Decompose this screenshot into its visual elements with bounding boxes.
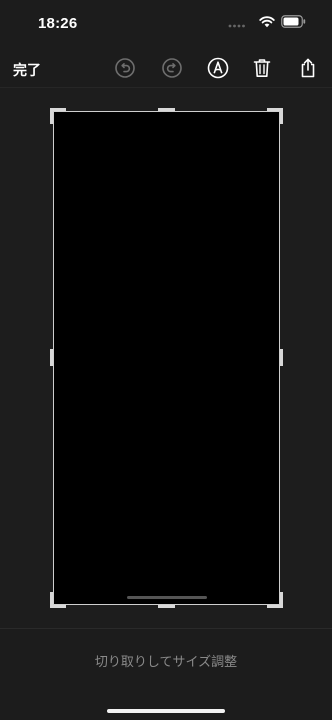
trash-icon[interactable] — [250, 56, 274, 80]
crop-handle-bottom-right[interactable] — [267, 592, 283, 608]
bottom-bar: 切り取りしてサイズ調整 — [0, 628, 332, 720]
crop-handle-top-left[interactable] — [50, 108, 66, 124]
undo-icon[interactable] — [113, 56, 137, 80]
crop-handle-top[interactable] — [158, 108, 175, 111]
crop-handle-bottom[interactable] — [158, 605, 175, 608]
crop-handle-top-right[interactable] — [267, 108, 283, 124]
status-bar: 18:26 — [0, 0, 332, 46]
share-icon[interactable] — [296, 56, 320, 80]
editor-toolbar: 完了 — [0, 46, 332, 88]
done-button[interactable]: 完了 — [13, 60, 41, 80]
crop-resize-hint: 切り取りしてサイズ調整 — [94, 654, 238, 669]
battery-icon — [281, 15, 306, 28]
screenshot-preview — [53, 111, 280, 605]
editor-canvas — [0, 88, 332, 628]
crop-handle-right[interactable] — [280, 349, 283, 366]
crop-handle-bottom-left[interactable] — [50, 592, 66, 608]
status-time: 18:26 — [38, 15, 78, 32]
markup-pen-icon[interactable] — [206, 56, 230, 80]
preview-home-indicator — [127, 596, 207, 599]
crop-handle-left[interactable] — [50, 349, 53, 366]
wifi-icon — [259, 16, 275, 28]
cellular-signal-icon — [228, 24, 245, 28]
home-indicator[interactable] — [107, 709, 225, 713]
redo-icon[interactable] — [160, 56, 184, 80]
